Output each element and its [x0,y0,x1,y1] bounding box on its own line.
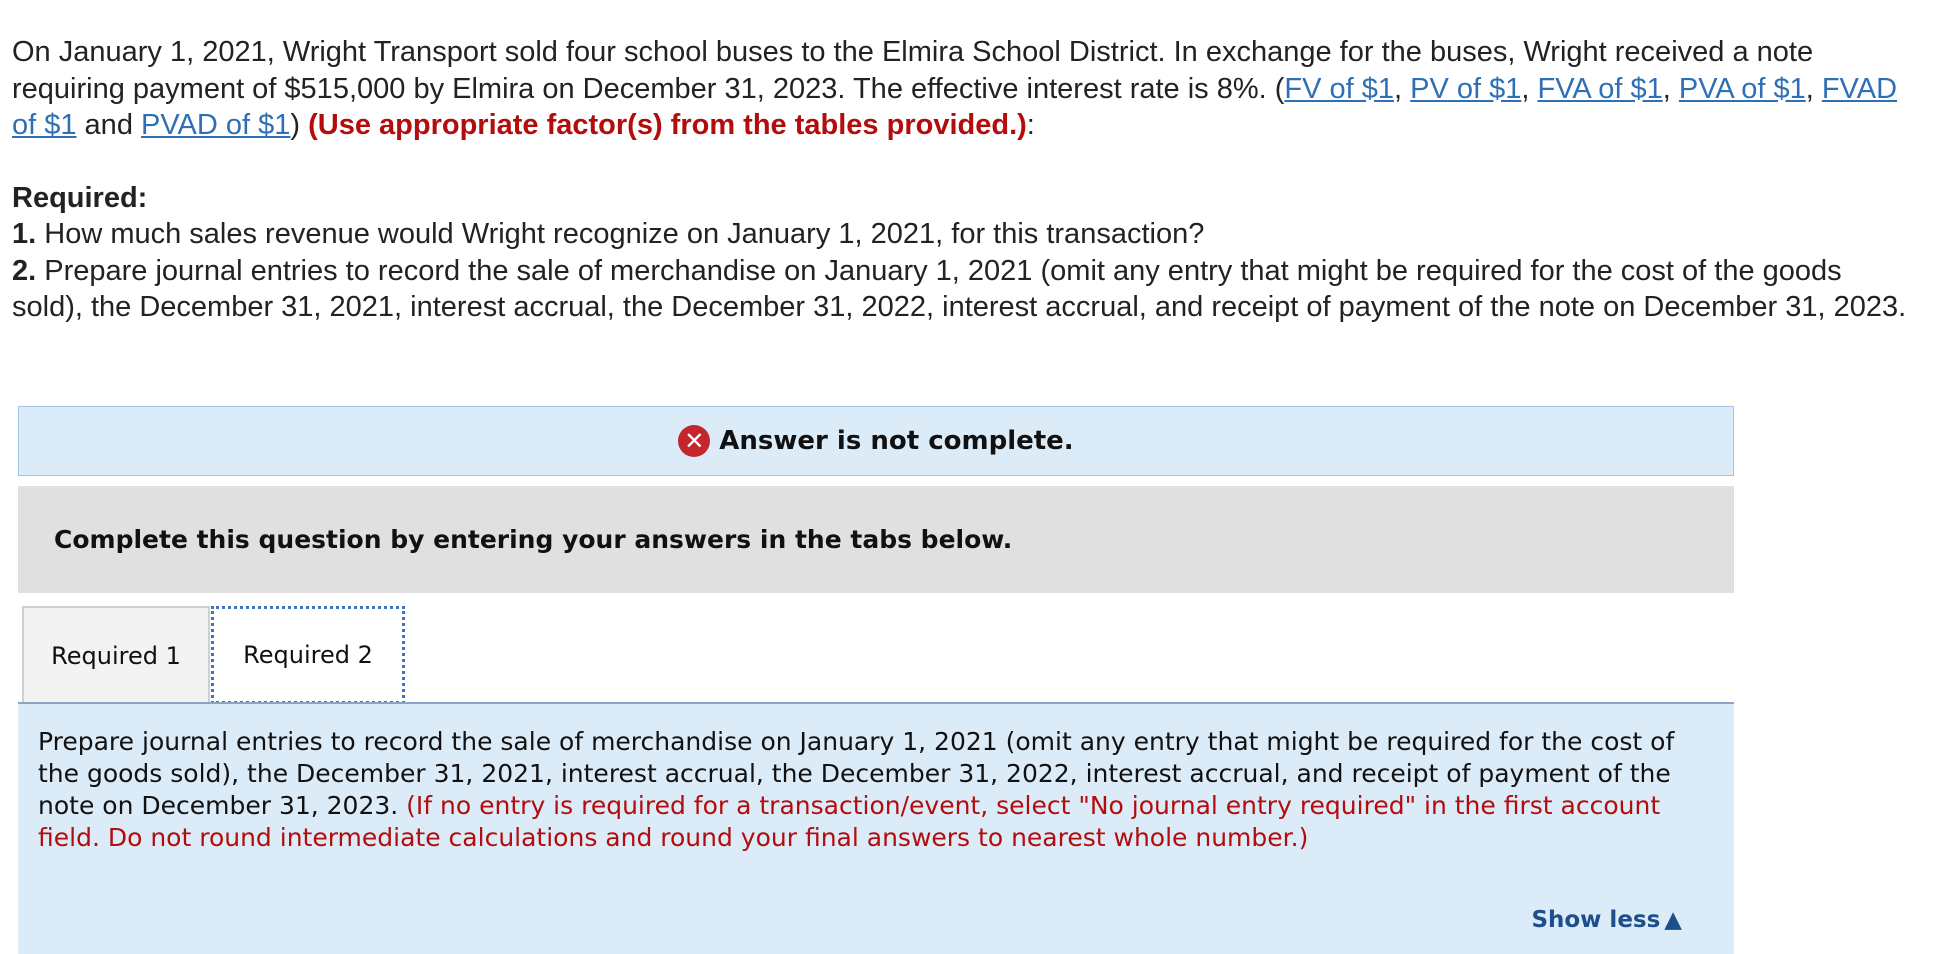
intro-paragraph: On January 1, 2021, Wright Transport sol… [12,36,1898,141]
fva-of-1-link[interactable]: FVA of $1 [1538,73,1663,105]
x-circle-icon: ✕ [678,425,711,457]
tab-panel-required-2: Prepare journal entries to record the sa… [18,704,1734,954]
problem-statement: On January 1, 2021, Wright Transport sol… [12,34,1912,326]
required-item-2: 2. Prepare journal entries to record the… [12,254,1907,324]
tab-required-1[interactable]: Required 1 [22,606,210,704]
instruction-text: Complete this question by entering your … [54,525,1013,554]
factor-note: (Use appropriate factor(s) from the tabl… [308,109,1027,141]
tab-required-2[interactable]: Required 2 [211,606,405,704]
required-item-1: 1. How much sales revenue would Wright r… [12,218,1205,250]
required-heading: Required: [12,181,148,214]
answer-status-text: Answer is not complete. [719,426,1074,456]
pva-of-1-link[interactable]: PVA of $1 [1679,73,1806,105]
pv-of-1-link[interactable]: PV of $1 [1410,73,1521,105]
pvad-of-1-link[interactable]: PVAD of $1 [141,109,290,141]
show-less-button[interactable]: Show less ▲ [1531,904,1682,936]
triangle-up-icon: ▲ [1664,907,1682,933]
answer-status-banner: ✕ Answer is not complete. [18,406,1734,476]
fv-of-1-link[interactable]: FV of $1 [1284,73,1394,105]
instruction-banner: Complete this question by entering your … [18,486,1734,593]
